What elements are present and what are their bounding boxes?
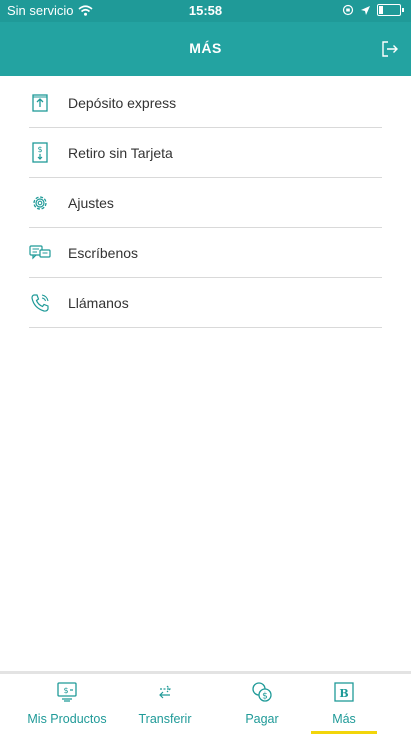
menu-item-deposito-express[interactable]: Depósito express <box>29 78 382 128</box>
phone-icon <box>29 292 51 314</box>
menu-item-label: Ajustes <box>68 194 114 211</box>
menu-item-label: Escríbenos <box>68 244 139 261</box>
bottom-tab-bar: $ Mis Productos Transferir $ Pagar B Más <box>0 671 411 734</box>
tab-label: Transferir <box>138 712 192 726</box>
menu-item-ajustes[interactable]: Ajustes <box>29 178 382 228</box>
transfer-icon <box>115 680 215 704</box>
location-icon <box>361 5 370 15</box>
tab-transferir[interactable]: Transferir <box>115 680 215 726</box>
tab-label: Mis Productos <box>27 712 107 726</box>
deposit-icon <box>29 92 51 114</box>
tab-label: Más <box>332 712 356 726</box>
menu-item-retiro-sin-tarjeta[interactable]: $ Retiro sin Tarjeta <box>29 128 382 178</box>
svg-text:$: $ <box>262 692 268 702</box>
svg-text:$: $ <box>37 145 42 154</box>
cash-withdrawal-icon: $ <box>29 141 51 164</box>
menu-item-llamanos[interactable]: Llámanos <box>29 278 382 328</box>
products-icon: $ <box>17 680 117 704</box>
status-right <box>342 4 404 16</box>
menu-item-label: Retiro sin Tarjeta <box>68 144 173 161</box>
svg-text:B: B <box>339 687 348 700</box>
svg-text:$: $ <box>63 686 68 695</box>
orientation-lock-icon <box>342 4 354 16</box>
menu-item-escribenos[interactable]: Escríbenos <box>29 228 382 278</box>
gear-icon <box>29 192 51 214</box>
status-bar: Sin servicio 15:58 <box>0 0 411 22</box>
menu-item-label: Llámanos <box>68 294 129 311</box>
menu-item-label: Depósito express <box>68 94 177 111</box>
page-title: MÁS <box>189 40 222 56</box>
more-menu: Depósito express $ Retiro sin Tarjeta Aj… <box>0 78 411 328</box>
tab-mis-productos[interactable]: $ Mis Productos <box>17 680 117 726</box>
logout-icon[interactable] <box>379 38 401 60</box>
tab-mas[interactable]: B Más <box>294 680 394 726</box>
app-header: MÁS <box>0 22 411 76</box>
bank-logo-icon: B <box>294 680 394 704</box>
chat-icon <box>29 242 51 264</box>
battery-icon <box>377 4 404 16</box>
